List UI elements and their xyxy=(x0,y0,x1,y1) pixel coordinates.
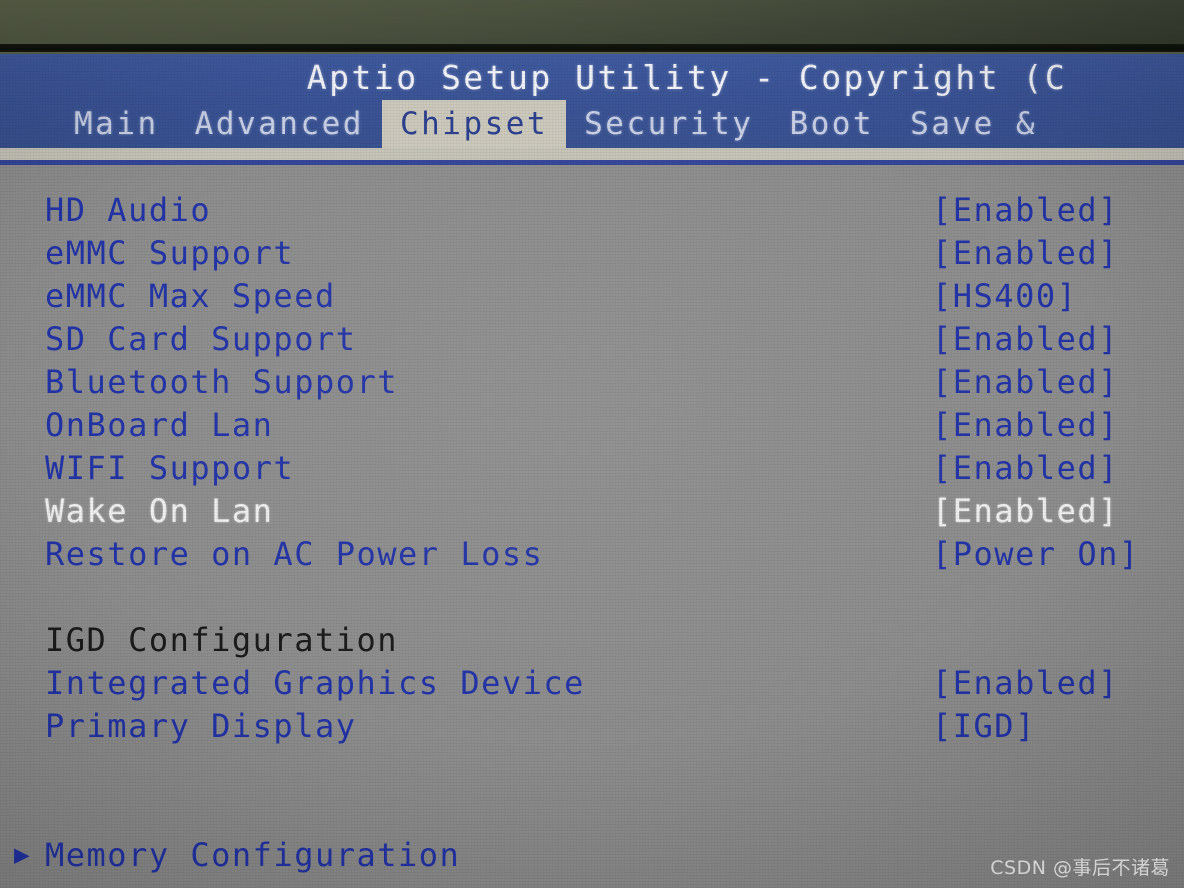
setting-value[interactable]: [HS400] xyxy=(932,275,1077,318)
setting-label: Primary Display xyxy=(45,707,357,745)
setting-label: eMMC Max Speed xyxy=(45,277,336,315)
setting-label: WIFI Support xyxy=(45,449,295,487)
setting-label: Memory Configuration xyxy=(45,836,461,874)
setting-row-emmc-max-speed[interactable]: eMMC Max Speed [HS400] xyxy=(0,275,1184,318)
setting-label: OnBoard Lan xyxy=(45,406,274,444)
setting-value[interactable]: [Enabled] xyxy=(932,318,1119,361)
setting-label: HD Audio xyxy=(45,191,212,229)
setting-row-restore-on-ac-power-loss[interactable]: Restore on AC Power Loss [Power On] xyxy=(0,533,1184,576)
setting-label: eMMC Support xyxy=(45,234,295,272)
setting-label: Restore on AC Power Loss xyxy=(45,535,544,573)
page-title: Aptio Setup Utility - Copyright (C xyxy=(306,58,1068,97)
setting-row-primary-display[interactable]: Primary Display [IGD] xyxy=(0,705,1184,748)
setting-row-sd-card-support[interactable]: SD Card Support [Enabled] xyxy=(0,318,1184,361)
setting-value[interactable]: [Enabled] xyxy=(932,662,1119,705)
setting-label: Bluetooth Support xyxy=(45,363,399,401)
setting-value[interactable]: [Enabled] xyxy=(932,447,1119,490)
setting-row-integrated-graphics-device[interactable]: Integrated Graphics Device [Enabled] xyxy=(0,662,1184,705)
setting-row-emmc-support[interactable]: eMMC Support [Enabled] xyxy=(0,232,1184,275)
csdn-watermark: CSDN @事后不诸葛 xyxy=(990,857,1170,879)
setting-value[interactable]: [Power On] xyxy=(932,533,1140,576)
menu-tab-advanced[interactable]: Advanced xyxy=(177,100,382,148)
setting-label: Integrated Graphics Device xyxy=(45,664,585,702)
setting-row-bluetooth-support[interactable]: Bluetooth Support [Enabled] xyxy=(0,361,1184,404)
setting-row-wifi-support[interactable]: WIFI Support [Enabled] xyxy=(0,447,1184,490)
setting-value[interactable]: [Enabled] xyxy=(932,404,1119,447)
settings-panel: HD Audio [Enabled] eMMC Support [Enabled] eM… xyxy=(0,165,1184,888)
monitor-bezel xyxy=(0,0,1184,48)
setting-value[interactable]: [Enabled] xyxy=(932,189,1119,232)
setting-value[interactable]: [Enabled] xyxy=(932,490,1119,533)
setting-label: IGD Configuration xyxy=(45,621,399,659)
bios-screen-photo: Aptio Setup Utility - Copyright (C Main A… xyxy=(0,0,1184,888)
menu-tab-chipset[interactable]: Chipset xyxy=(381,100,567,148)
setting-label: Wake On Lan xyxy=(45,492,274,530)
setting-row-onboard-lan[interactable]: OnBoard Lan [Enabled] xyxy=(0,404,1184,447)
setting-row-wake-on-lan[interactable]: Wake On Lan [Enabled] xyxy=(0,490,1184,533)
section-header-igd-configuration: IGD Configuration xyxy=(0,619,1184,662)
submenu-arrow-icon: ▶ xyxy=(14,840,30,870)
setting-row-hd-audio[interactable]: HD Audio [Enabled] xyxy=(0,189,1184,232)
menu-tab-security[interactable]: Security xyxy=(566,100,771,148)
menu-tab-boot[interactable]: Boot xyxy=(771,100,892,148)
setting-label: SD Card Support xyxy=(45,320,357,358)
setting-value[interactable]: [Enabled] xyxy=(932,232,1119,275)
setting-value[interactable]: [IGD] xyxy=(932,705,1036,748)
setting-value[interactable]: [Enabled] xyxy=(932,361,1119,404)
menu-tab-save[interactable]: Save & xyxy=(892,100,1055,148)
bios-menu-bar[interactable]: Main Advanced Chipset Security Boot Save & xyxy=(0,100,1184,148)
menu-tab-main[interactable]: Main xyxy=(56,100,177,148)
